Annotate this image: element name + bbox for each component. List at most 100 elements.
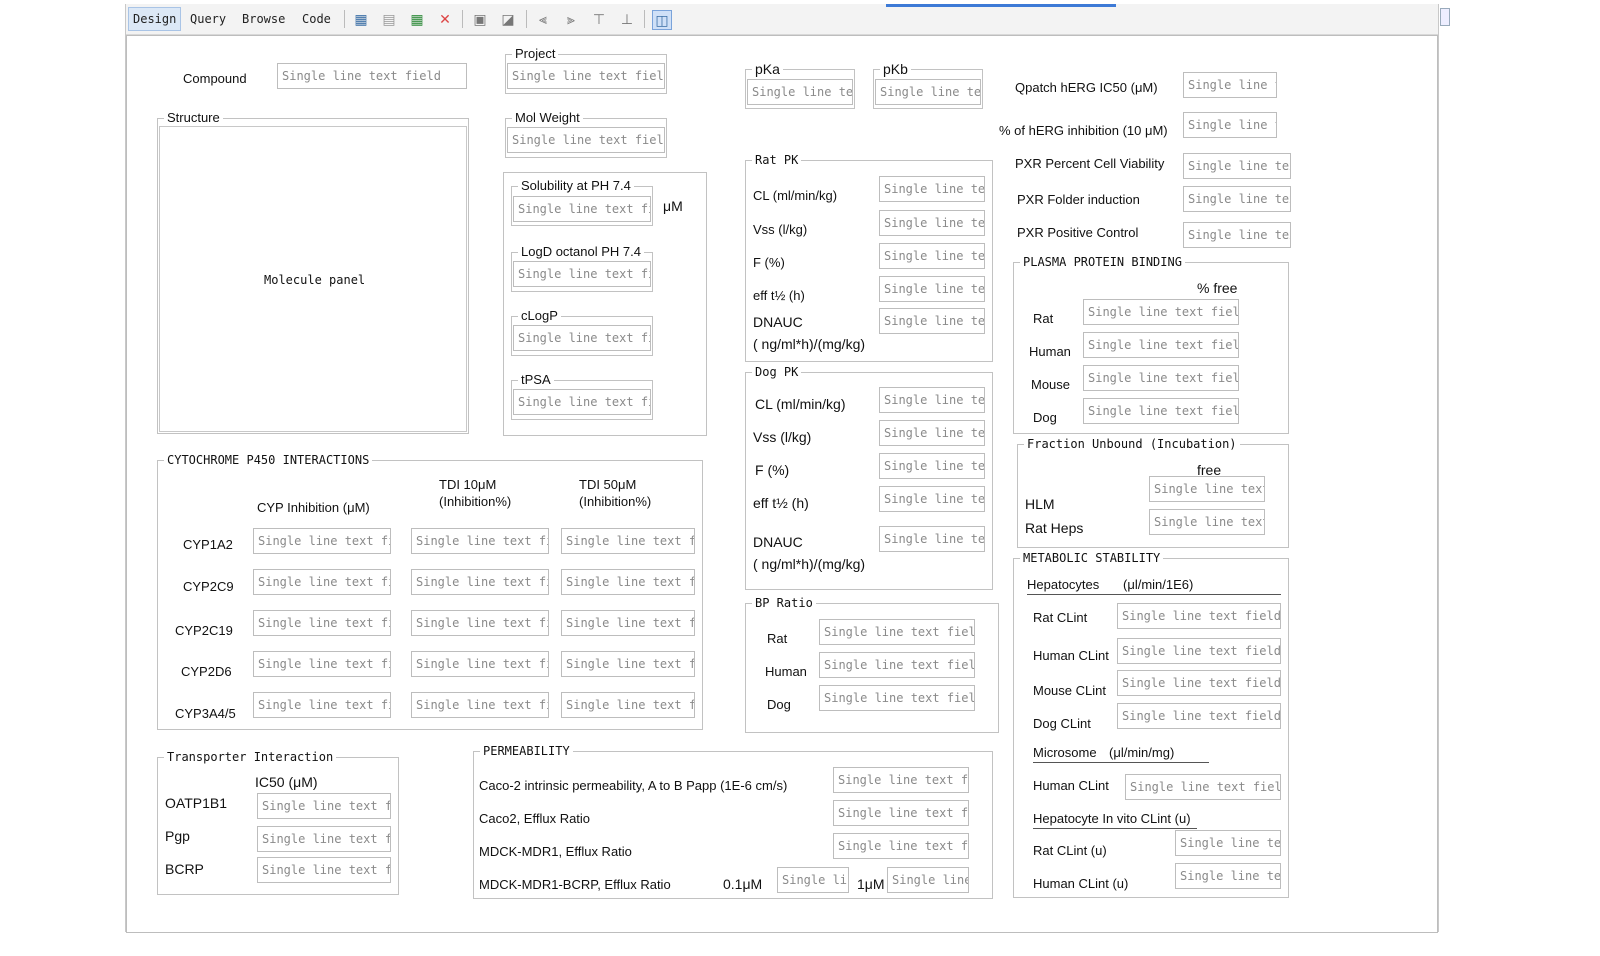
tab-browse[interactable]: Browse	[238, 8, 289, 30]
align-left-icon[interactable]: ⫷	[534, 10, 552, 28]
rat-clint-u-field[interactable]: Single line text field	[1175, 830, 1281, 856]
add-row-icon[interactable]: ▤	[380, 10, 398, 28]
cyp3a4-tdi10-field[interactable]: Single line text field	[411, 692, 549, 718]
dog-pk-vss-field[interactable]: Single line text field	[879, 420, 985, 446]
cyp2c9-tdi50-field[interactable]: Single line text field	[561, 569, 695, 595]
layout-icon[interactable]: ▣	[471, 10, 489, 28]
microsome-unit: (μl/min/mg)	[1109, 745, 1175, 760]
bcrp-field[interactable]: Single line text field	[257, 857, 391, 883]
tab-code[interactable]: Code	[298, 8, 335, 30]
pxr-viability-field[interactable]: Single line text field	[1183, 153, 1291, 179]
mdck-bcrp-high-field[interactable]: Single line text field	[887, 867, 969, 893]
herg-ic50-field[interactable]: Single line text field	[1183, 72, 1277, 98]
dog-pk-f-field[interactable]: Single line text field	[879, 453, 985, 479]
rat-clint-field[interactable]: Single line text field	[1117, 603, 1281, 629]
bp-ratio-rat-field[interactable]: Single line text field	[819, 619, 975, 645]
human-clint-label: Human CLint	[1033, 648, 1109, 663]
mol-weight-field[interactable]: Single line text field	[507, 127, 665, 153]
cyp-title: CYTOCHROME P450 INTERACTIONS	[164, 452, 373, 468]
pxr-positive-field[interactable]: Single line text field	[1183, 222, 1291, 248]
project-field[interactable]: Single line text field	[507, 63, 665, 89]
ppb-human-field[interactable]: Single line text field	[1083, 332, 1239, 358]
caco2-efflux-label: Caco2, Efflux Ratio	[479, 811, 591, 826]
cyp2c9-tdi10-field[interactable]: Single line text field	[411, 569, 549, 595]
compound-field[interactable]: Single line text field	[277, 63, 467, 89]
cyp2c19-tdi50-field[interactable]: Single line text field	[561, 610, 695, 636]
ppb-title: PLASMA PROTEIN BINDING	[1020, 254, 1185, 270]
logd-field[interactable]: Single line text field	[513, 261, 651, 287]
solubility-title: Solubility at PH 7.4	[518, 178, 634, 194]
fraction-unbound-hlm-field[interactable]: Single line text field	[1149, 476, 1265, 502]
human-clint-u-field[interactable]: Single line text field	[1175, 863, 1281, 889]
invitro-underline	[1033, 828, 1197, 829]
cyp2c9-inhibition-field[interactable]: Single line text field	[253, 569, 391, 595]
tpsa-field[interactable]: Single line text field	[513, 389, 651, 415]
cyp1a2-tdi10-field[interactable]: Single line text field	[411, 528, 549, 554]
cyp3a4-inhibition-field[interactable]: Single line text field	[253, 692, 391, 718]
mdck-bcrp-low-field[interactable]: Single line text field	[777, 867, 849, 893]
toolbar-separator	[526, 10, 527, 28]
dog-clint-field[interactable]: Single line text field	[1117, 703, 1281, 729]
delete-icon[interactable]: ✕	[436, 10, 454, 28]
dog-pk-cl-label: CL (ml/min/kg)	[755, 396, 846, 412]
pgp-field[interactable]: Single line text field	[257, 826, 391, 852]
pkb-field[interactable]: Single line text field	[875, 79, 981, 105]
cyp-inhibition-header: CYP Inhibition (μM)	[257, 500, 370, 515]
dog-pk-dnauc-field[interactable]: Single line text field	[879, 526, 985, 552]
ppb-dog-field[interactable]: Single line text field	[1083, 398, 1239, 424]
transporter-title: Transporter Interaction	[164, 749, 337, 765]
microsome-human-clint-field[interactable]: Single line text field	[1125, 774, 1281, 800]
ppb-rat-field[interactable]: Single line text field	[1083, 299, 1239, 325]
align-right-icon[interactable]: ⫸	[562, 10, 580, 28]
cyp2c19-tdi10-field[interactable]: Single line text field	[411, 610, 549, 636]
cyp2d6-inhibition-field[interactable]: Single line text field	[253, 651, 391, 677]
mdck-bcrp-efflux-label: MDCK-MDR1-BCRP, Efflux Ratio	[479, 877, 671, 892]
cyp1a2-inhibition-field[interactable]: Single line text field	[253, 528, 391, 554]
bcrp-label: BCRP	[165, 861, 204, 877]
dog-pk-cl-field[interactable]: Single line text field	[879, 387, 985, 413]
dog-pk-eff-field[interactable]: Single line text field	[879, 486, 985, 512]
ppb-header: % free	[1197, 280, 1238, 296]
cyp-tdi10-subheader: (Inhibition%)	[439, 494, 512, 509]
cyp2d6-tdi50-field[interactable]: Single line text field	[561, 651, 695, 677]
clogp-field[interactable]: Single line text field	[513, 325, 651, 351]
pxr-folder-field[interactable]: Single line text field	[1183, 186, 1291, 212]
form-designer-window: Design Query Browse Code ▦ ▤ ▦ ✕ ▣ ◪ ⫷ ⫸…	[125, 4, 1450, 933]
fit-icon[interactable]: ◫	[652, 10, 672, 30]
solubility-field[interactable]: Single line text field	[513, 196, 651, 222]
pxr-positive-label: PXR Positive Control	[1017, 225, 1139, 240]
rat-pk-eff-field[interactable]: Single line text field	[879, 276, 985, 302]
mdck-mdr1-efflux-field[interactable]: Single line text field	[833, 833, 969, 859]
tab-design[interactable]: Design	[128, 7, 182, 31]
cyp1a2-tdi50-field[interactable]: Single line text field	[561, 528, 695, 554]
pka-field[interactable]: Single line text field	[747, 79, 853, 105]
molecule-panel[interactable]: Molecule panel	[159, 126, 467, 432]
oatp1b1-field[interactable]: Single line text field	[257, 793, 391, 819]
side-panel-toggle-icon[interactable]	[1440, 8, 1450, 26]
align-bottom-icon[interactable]: ⊥	[618, 10, 636, 28]
rat-pk-cl-field[interactable]: Single line text field	[879, 176, 985, 202]
cyp2c19-inhibition-field[interactable]: Single line text field	[253, 610, 391, 636]
cyp2d6-tdi10-field[interactable]: Single line text field	[411, 651, 549, 677]
rat-pk-dnauc-label: DNAUC	[753, 314, 803, 330]
caco2-papp-field[interactable]: Single line text field	[833, 767, 969, 793]
add-field-icon[interactable]: ▦	[408, 10, 426, 28]
human-clint-field[interactable]: Single line text field	[1117, 638, 1281, 664]
dog-pk-eff-label: eff t½ (h)	[753, 495, 809, 511]
add-table-icon[interactable]: ▦	[352, 10, 370, 28]
bp-ratio-dog-field[interactable]: Single line text field	[819, 685, 975, 711]
fraction-unbound-rat-heps-field[interactable]: Single line text field	[1149, 509, 1265, 535]
ppb-mouse-field[interactable]: Single line text field	[1083, 365, 1239, 391]
rat-pk-cl-label: CL (ml/min/kg)	[753, 188, 838, 203]
caco2-efflux-field[interactable]: Single line text field	[833, 800, 969, 826]
resize-icon[interactable]: ◪	[499, 10, 517, 28]
tab-query[interactable]: Query	[186, 8, 230, 30]
rat-pk-dnauc-field[interactable]: Single line text field	[879, 308, 985, 334]
rat-pk-f-field[interactable]: Single line text field	[879, 243, 985, 269]
mouse-clint-field[interactable]: Single line text field	[1117, 670, 1281, 696]
cyp3a4-tdi50-field[interactable]: Single line text field	[561, 692, 695, 718]
rat-pk-vss-field[interactable]: Single line text field	[879, 210, 985, 236]
herg-inhibition-field[interactable]: Single line text field	[1183, 112, 1277, 138]
align-top-icon[interactable]: ⊤	[590, 10, 608, 28]
bp-ratio-human-field[interactable]: Single line text field	[819, 652, 975, 678]
